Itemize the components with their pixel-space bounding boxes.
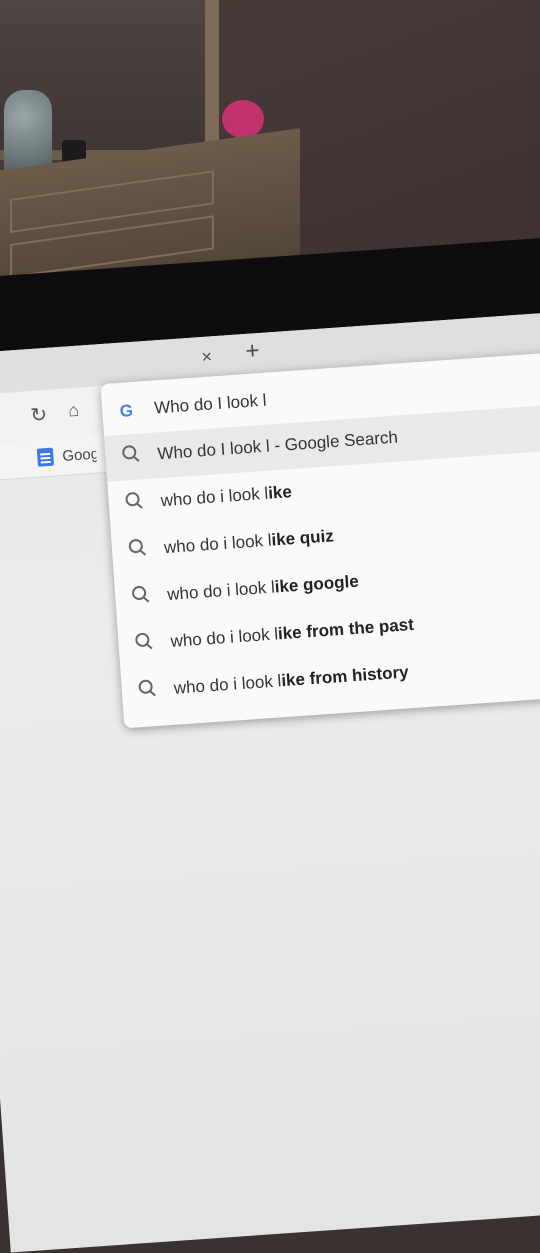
search-icon [129, 585, 150, 608]
bookmark-label[interactable]: Goog [62, 446, 97, 465]
browser-window: × + ↻ ⌂ Goog G Who do I look l Who do I … [0, 305, 540, 1253]
omnibox-dropdown: G Who do I look l Who do I look l - Goog… [100, 345, 540, 729]
suggestion-prefix: who do i look l [163, 530, 273, 558]
suggestion-text: who do i look like google [167, 572, 360, 605]
reload-icon[interactable]: ↻ [30, 402, 48, 428]
suggestion-text: Who do I look l - Google Search [157, 428, 399, 465]
pink-object [222, 100, 264, 138]
suggestion-text: who do i look like from the past [170, 615, 415, 652]
suggestion-completion: ike [267, 482, 293, 503]
suggestion-prefix: Who do I look l - Google Search [156, 427, 399, 464]
search-icon [122, 491, 143, 515]
new-tab-button[interactable]: + [240, 337, 266, 365]
suggestion-text: who do i look like from history [173, 662, 409, 698]
search-icon [132, 632, 153, 655]
laptop-screen: × + ↻ ⌂ Goog G Who do I look l Who do I … [0, 191, 540, 1253]
suggestion-prefix: who do i look l [173, 671, 282, 698]
home-icon[interactable]: ⌂ [68, 400, 80, 422]
search-icon [119, 444, 140, 468]
suggestion-completion: ike from history [280, 662, 410, 691]
suggestion-prefix: who do i look l [169, 624, 279, 651]
search-icon [126, 538, 147, 561]
suggestion-completion: ike quiz [270, 526, 335, 550]
docs-icon [36, 447, 55, 467]
suggestion-text: who do i look like quiz [163, 526, 334, 558]
suggestion-prefix: who do i look l [166, 577, 276, 604]
suggestion-prefix: who do i look l [160, 483, 269, 511]
close-tab-icon[interactable]: × [196, 346, 217, 367]
suggestion-completion: ike from the past [277, 614, 415, 644]
google-icon: G [119, 400, 134, 421]
suggestion-text: who do i look like [160, 482, 292, 511]
omnibox-query[interactable]: Who do I look l [154, 391, 268, 419]
suggestion-completion: ike google [274, 571, 360, 597]
search-icon [135, 679, 156, 702]
